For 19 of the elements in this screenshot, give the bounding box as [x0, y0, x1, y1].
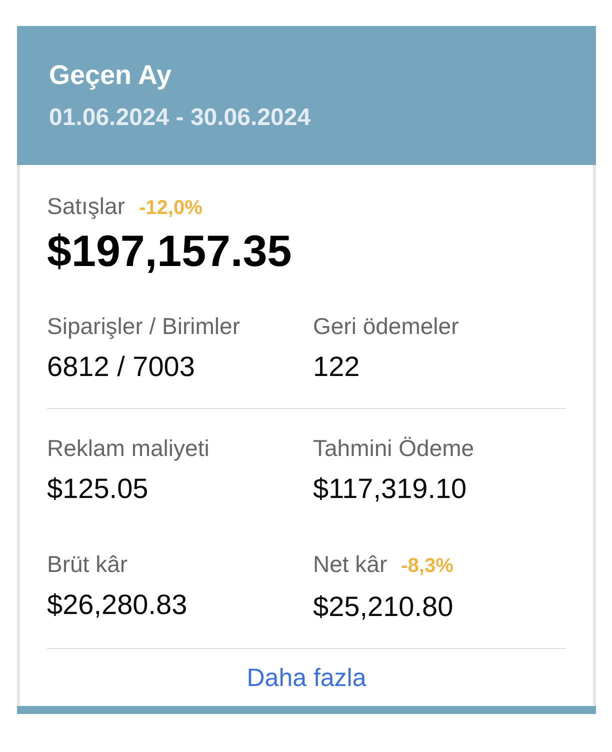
date-range: 01.06.2024 - 30.06.2024: [49, 103, 311, 133]
sales-label: Satışlar: [47, 192, 125, 221]
more-link[interactable]: Daha fazla: [246, 663, 366, 693]
change-percentage: -12,0%: [138, 196, 202, 221]
metric-value: 6812 / 7003: [47, 350, 195, 384]
metric-value: $25,210.80: [313, 590, 454, 624]
change-percentage: -8,3%: [401, 554, 454, 579]
metric-label: Geri ödemeler: [313, 312, 459, 341]
metric-value: 122: [313, 350, 360, 384]
period-title: Geçen Ay: [49, 59, 172, 92]
metric-label: Tahmini Ödeme: [313, 434, 474, 463]
metric-label: Reklam maliyeti: [47, 434, 210, 463]
sales-total: $197,157.35: [47, 227, 292, 277]
metric-value: $26,280.83: [47, 588, 188, 622]
metric-label: Brüt kâr: [47, 550, 128, 579]
metric-value: $125.05: [47, 472, 148, 506]
metric-label: Siparişler / Birimler: [47, 312, 240, 341]
metric-label: Net kâr: [313, 550, 388, 579]
metric-value: $117,319.10: [313, 472, 467, 506]
